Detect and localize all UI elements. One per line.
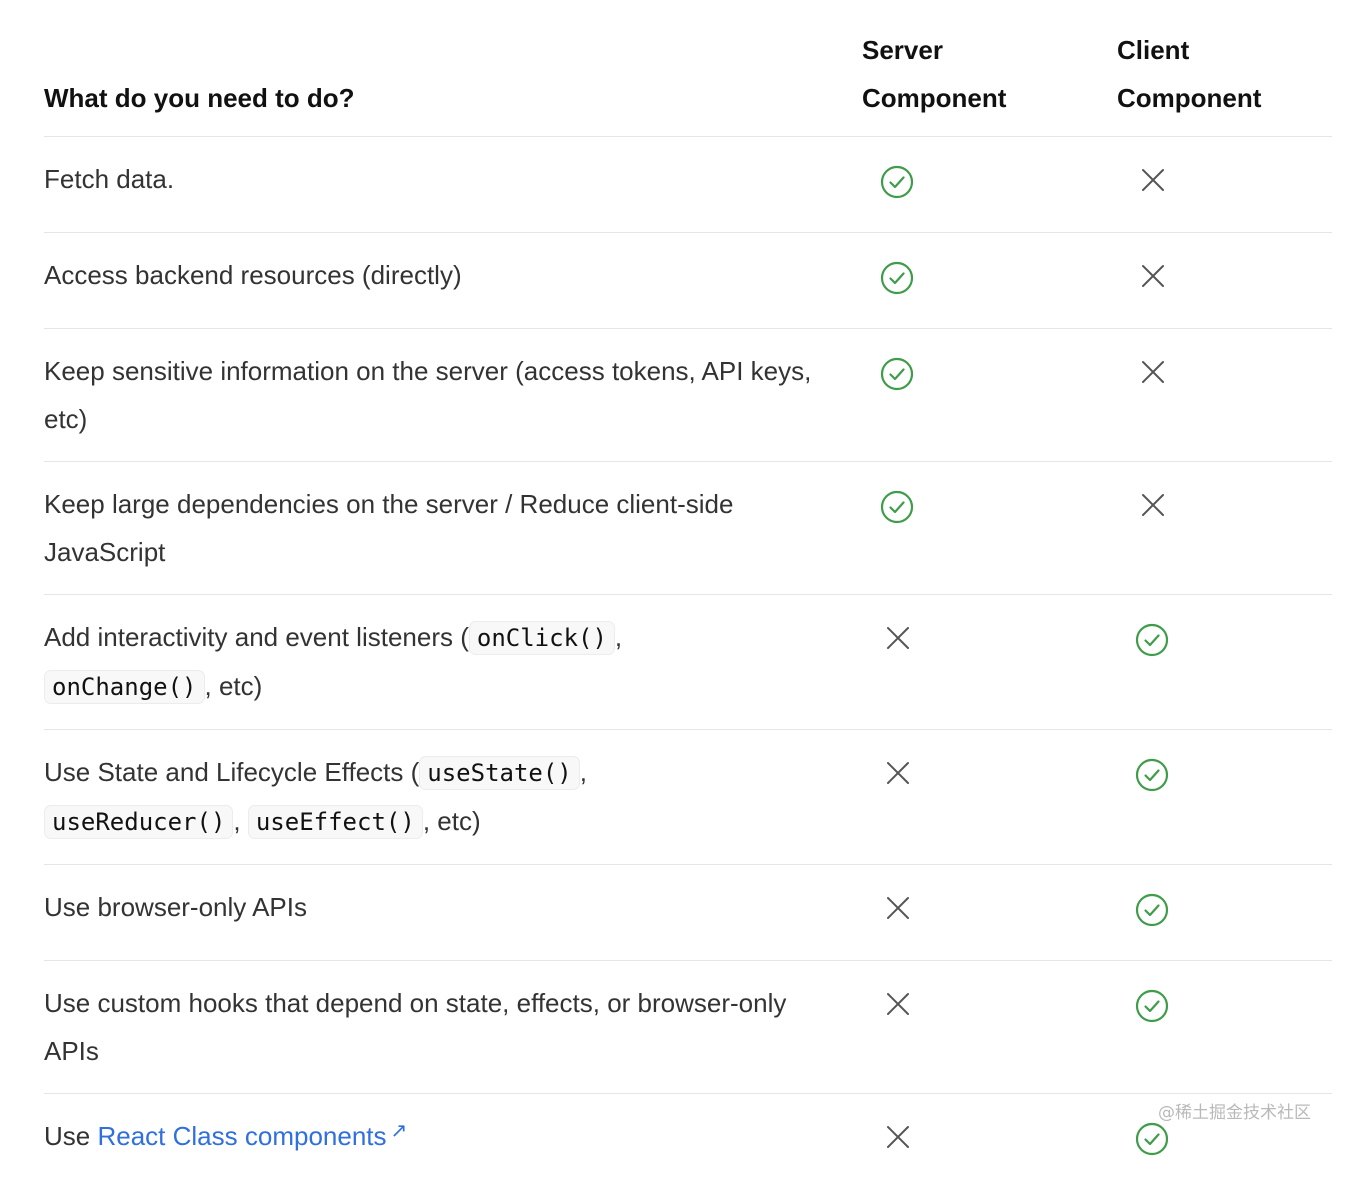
x-icon — [886, 1116, 910, 1164]
table-row: Access backend resources (directly) — [44, 233, 1332, 329]
client-cell — [1117, 329, 1332, 462]
code-onchange: onChange() — [44, 670, 205, 704]
x-icon — [886, 752, 910, 800]
check-circle-icon — [880, 357, 914, 406]
server-cell — [862, 1094, 1117, 1189]
row-label: Access backend resources (directly) — [44, 233, 862, 329]
server-cell — [862, 730, 1117, 865]
row-text: , — [615, 622, 622, 652]
row-text: , — [233, 806, 240, 836]
table-header-row: What do you need to do? Server Component… — [44, 26, 1332, 137]
client-cell — [1117, 961, 1332, 1094]
row-text: Add interactivity and event listeners ( — [44, 622, 469, 652]
client-cell — [1117, 462, 1332, 595]
table-row: Keep large dependencies on the server / … — [44, 462, 1332, 595]
row-label: Use custom hooks that depend on state, e… — [44, 961, 862, 1094]
external-link-icon[interactable]: ↗ — [391, 1120, 408, 1142]
row-label: Use React Class components↗ — [44, 1094, 862, 1189]
server-cell — [862, 137, 1117, 233]
check-circle-icon — [1135, 1122, 1169, 1171]
check-circle-icon — [1135, 893, 1169, 942]
row-label: Keep large dependencies on the server / … — [44, 462, 862, 595]
server-cell — [862, 329, 1117, 462]
header-server-line1: Server — [862, 26, 1117, 74]
server-cell — [862, 462, 1117, 595]
header-client-component: Client Component — [1117, 26, 1332, 137]
table-row: Use custom hooks that depend on state, e… — [44, 961, 1332, 1094]
client-cell — [1117, 137, 1332, 233]
row-label: Use browser-only APIs — [44, 865, 862, 961]
table-row: Keep sensitive information on the server… — [44, 329, 1332, 462]
watermark: @稀土掘金技术社区 — [1158, 1098, 1311, 1123]
client-cell — [1117, 595, 1332, 730]
check-circle-icon — [880, 165, 914, 214]
x-icon — [1141, 159, 1165, 207]
check-circle-icon — [880, 261, 914, 310]
table-row: Add interactivity and event listeners (o… — [44, 595, 1332, 730]
header-question: What do you need to do? — [44, 26, 862, 137]
code-onclick: onClick() — [469, 621, 615, 655]
row-text: Use — [44, 1121, 90, 1151]
table-row: Use React Class components↗ — [44, 1094, 1332, 1189]
row-text: Use State and Lifecycle Effects ( — [44, 757, 419, 787]
x-icon — [886, 617, 910, 665]
check-circle-icon — [880, 490, 914, 539]
x-icon — [1141, 351, 1165, 399]
header-client-line1: Client — [1117, 26, 1332, 74]
check-circle-icon — [1135, 989, 1169, 1038]
row-label: Add interactivity and event listeners (o… — [44, 595, 862, 730]
x-icon — [886, 887, 910, 935]
react-class-components-link[interactable]: React Class components — [97, 1121, 386, 1151]
table-row: Use browser-only APIs — [44, 865, 1332, 961]
client-cell — [1117, 865, 1332, 961]
server-cell — [862, 865, 1117, 961]
code-usereducer: useReducer() — [44, 805, 233, 839]
header-server-component: Server Component — [862, 26, 1117, 137]
comparison-table: What do you need to do? Server Component… — [44, 26, 1332, 1189]
table-row: Fetch data. — [44, 137, 1332, 233]
header-client-line2: Component — [1117, 74, 1332, 122]
row-text: , etc) — [423, 806, 481, 836]
row-text: , etc) — [205, 671, 263, 701]
x-icon — [1141, 255, 1165, 303]
server-cell — [862, 961, 1117, 1094]
client-cell — [1117, 233, 1332, 329]
header-server-line2: Component — [862, 74, 1117, 122]
code-usestate: useState() — [419, 756, 580, 790]
row-label: Keep sensitive information on the server… — [44, 329, 862, 462]
client-cell — [1117, 730, 1332, 865]
row-text: , — [580, 757, 587, 787]
check-circle-icon — [1135, 623, 1169, 672]
code-useeffect: useEffect() — [248, 805, 423, 839]
server-cell — [862, 233, 1117, 329]
row-label: Use State and Lifecycle Effects (useStat… — [44, 730, 862, 865]
table-row: Use State and Lifecycle Effects (useStat… — [44, 730, 1332, 865]
x-icon — [886, 983, 910, 1031]
x-icon — [1141, 484, 1165, 532]
server-cell — [862, 595, 1117, 730]
check-circle-icon — [1135, 758, 1169, 807]
row-label: Fetch data. — [44, 137, 862, 233]
